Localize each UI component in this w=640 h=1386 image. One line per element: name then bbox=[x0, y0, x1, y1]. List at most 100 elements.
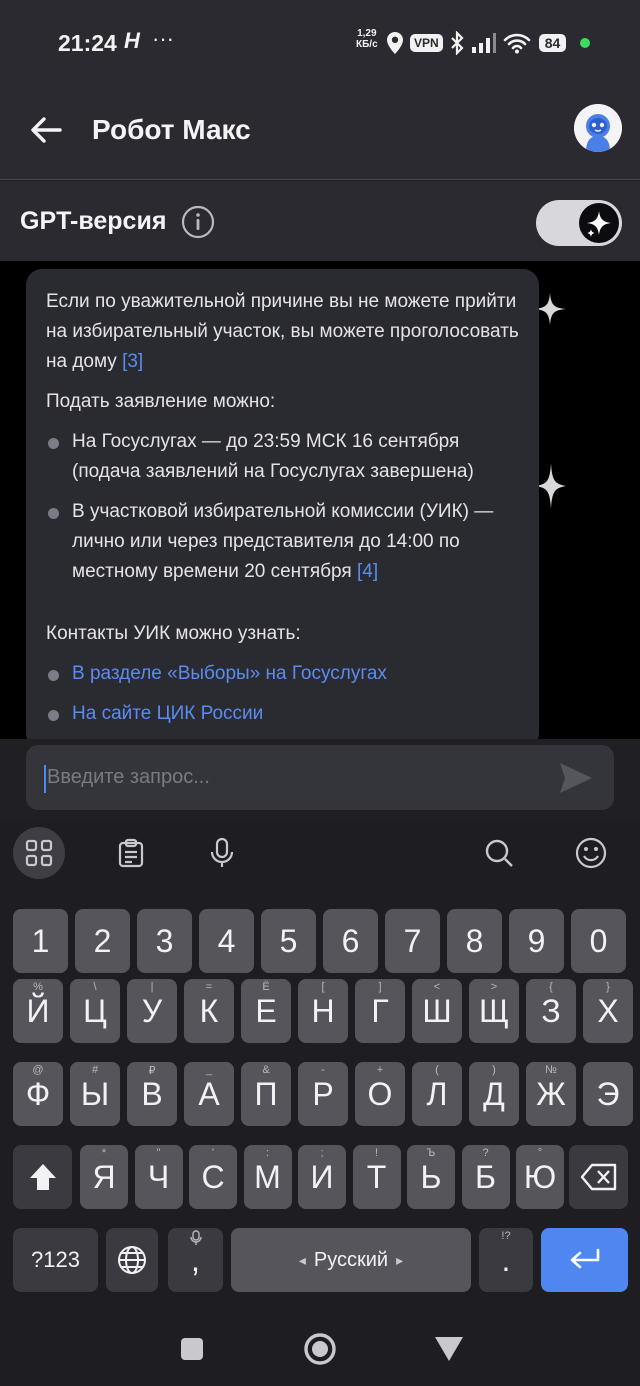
key-label: Ж bbox=[536, 1075, 566, 1112]
letter-key[interactable]: -Р bbox=[298, 1062, 348, 1126]
query-placeholder: Введите запрос... bbox=[47, 766, 210, 788]
letter-key[interactable]: % Й bbox=[13, 979, 63, 1043]
toggle-knob bbox=[579, 203, 619, 243]
shift-key[interactable] bbox=[13, 1145, 72, 1209]
letter-key[interactable]: ₽ В bbox=[127, 1062, 177, 1126]
contacts-heading: Контакты УИК можно узнать: bbox=[46, 623, 301, 644]
key-hint: Ё bbox=[262, 981, 270, 993]
number-key-0[interactable]: 0 bbox=[571, 909, 626, 973]
letter-key[interactable]: } Х bbox=[583, 979, 633, 1043]
letter-key[interactable]: " Ч bbox=[134, 1145, 183, 1209]
send-icon[interactable] bbox=[558, 761, 594, 795]
shift-arrow-icon bbox=[29, 1164, 56, 1190]
recents-icon[interactable] bbox=[180, 1337, 204, 1361]
key-hint: @ bbox=[32, 1064, 44, 1076]
letter-key[interactable]: + О bbox=[355, 1062, 405, 1126]
chat-title: Робот Макс bbox=[92, 114, 251, 145]
network-speed-unit: КБ/с bbox=[356, 39, 378, 50]
letter-key[interactable]: & П bbox=[241, 1062, 291, 1126]
number-key-6[interactable]: 6 bbox=[323, 909, 378, 973]
cik-link[interactable]: На сайте ЦИК России bbox=[72, 703, 263, 724]
gosuslugi-link[interactable]: В разделе «Выборы» на Госуслугах bbox=[72, 663, 387, 684]
number-key-7[interactable]: 7 bbox=[385, 909, 440, 973]
key-hint: [ bbox=[321, 981, 325, 993]
apply-heading: Подать заявление можно: bbox=[46, 391, 276, 412]
key-label: С bbox=[201, 1158, 225, 1195]
citation-link[interactable]: [4] bbox=[357, 561, 378, 582]
keyboard: 1234567890 % Й \ Ц | У = К Ё Е[Н] Г < Ш > Щ{З} Х @ Ф # Ы ₽ В… bbox=[0, 895, 640, 1316]
key-label: 3 bbox=[155, 922, 174, 959]
letter-key[interactable]: Э bbox=[583, 1062, 633, 1126]
key-hint: & bbox=[262, 1064, 270, 1076]
gpt-version-row: GPT-версия bbox=[0, 181, 640, 261]
citation-link[interactable]: [3] bbox=[122, 351, 143, 372]
symbols-key[interactable]: ?123 bbox=[13, 1228, 98, 1292]
back-nav-icon[interactable] bbox=[434, 1336, 464, 1362]
home-icon[interactable] bbox=[303, 1332, 337, 1366]
gpt-version-toggle[interactable] bbox=[536, 200, 622, 246]
chat-area[interactable]: Если по уважительной причине вы не может… bbox=[0, 261, 640, 739]
number-key-5[interactable]: 5 bbox=[261, 909, 316, 973]
emoji-icon bbox=[575, 837, 607, 869]
space-key[interactable]: ◂ Русский ▸ bbox=[231, 1228, 471, 1292]
letter-key[interactable]: ) Д bbox=[469, 1062, 519, 1126]
list-item: На сайте ЦИК России bbox=[46, 699, 519, 729]
number-key-2[interactable]: 2 bbox=[75, 909, 130, 973]
number-key-3[interactable]: 3 bbox=[137, 909, 192, 973]
key-hint: ? bbox=[482, 1147, 489, 1159]
letter-key[interactable]: \ Ц bbox=[70, 979, 120, 1043]
bot-avatar[interactable] bbox=[574, 104, 622, 152]
language-key[interactable] bbox=[106, 1228, 158, 1292]
number-key-1[interactable]: 1 bbox=[13, 909, 68, 973]
backspace-icon bbox=[580, 1163, 616, 1191]
number-key-8[interactable]: 8 bbox=[447, 909, 502, 973]
letter-key[interactable]: {З bbox=[526, 979, 576, 1043]
key-label: 9 bbox=[527, 922, 546, 959]
letter-key[interactable]: ! Т bbox=[352, 1145, 401, 1209]
microphone-icon bbox=[210, 837, 234, 867]
key-hint: { bbox=[549, 981, 553, 993]
gpt-version-label: GPT-версия bbox=[20, 207, 167, 235]
query-input[interactable]: Введите запрос... bbox=[26, 745, 614, 810]
letter-key[interactable]: № Ж bbox=[526, 1062, 576, 1126]
letter-key[interactable]: < Ш bbox=[412, 979, 462, 1043]
letter-key[interactable]: :М bbox=[243, 1145, 292, 1209]
letter-key[interactable]: ' С bbox=[189, 1145, 237, 1209]
key-hint: % bbox=[33, 981, 43, 993]
letter-key[interactable]: ? Б bbox=[461, 1145, 510, 1209]
letter-key[interactable]: _ А bbox=[184, 1062, 234, 1126]
letter-key[interactable]: > Щ bbox=[469, 979, 519, 1043]
letter-key[interactable]: @ Ф bbox=[13, 1062, 63, 1126]
key-hint: : bbox=[265, 1147, 270, 1159]
period-key[interactable]: !? . bbox=[479, 1228, 533, 1292]
letter-key[interactable]: # Ы bbox=[70, 1062, 120, 1126]
key-hint: ' bbox=[211, 1147, 215, 1159]
letter-key[interactable]: ЁЕ bbox=[241, 979, 291, 1043]
backspace-key[interactable] bbox=[569, 1145, 628, 1209]
clipboard-button[interactable] bbox=[105, 827, 157, 879]
number-key-9[interactable]: 9 bbox=[509, 909, 564, 973]
app-header: Робот Макс bbox=[0, 86, 640, 180]
letter-key[interactable]: ] Г bbox=[355, 979, 405, 1043]
back-arrow-icon[interactable] bbox=[28, 112, 64, 148]
number-key-4[interactable]: 4 bbox=[199, 909, 254, 973]
apps-grid-button[interactable] bbox=[13, 827, 65, 879]
letter-key[interactable]: * Я bbox=[80, 1145, 128, 1209]
bot-message: Если по уважительной причине вы не может… bbox=[26, 269, 539, 739]
comma-key[interactable]: , bbox=[168, 1228, 223, 1292]
letter-key[interactable]: [Н bbox=[298, 979, 348, 1043]
letter-key[interactable]: | У bbox=[127, 979, 177, 1043]
voice-input-button[interactable] bbox=[196, 827, 248, 879]
letter-key[interactable]: (Л bbox=[412, 1062, 462, 1126]
letter-key[interactable]: ° Ю bbox=[516, 1145, 564, 1209]
letter-key[interactable]: ЪЬ bbox=[407, 1145, 455, 1209]
info-icon[interactable] bbox=[181, 205, 215, 239]
clipboard-icon bbox=[118, 838, 144, 868]
search-button[interactable] bbox=[473, 827, 525, 879]
space-label: Русский bbox=[313, 1248, 389, 1271]
letter-key[interactable]: = К bbox=[184, 979, 234, 1043]
emoji-button[interactable] bbox=[565, 827, 617, 879]
key-label: Щ bbox=[479, 992, 509, 1029]
letter-key[interactable]: ; И bbox=[298, 1145, 346, 1209]
enter-key[interactable] bbox=[541, 1228, 628, 1292]
